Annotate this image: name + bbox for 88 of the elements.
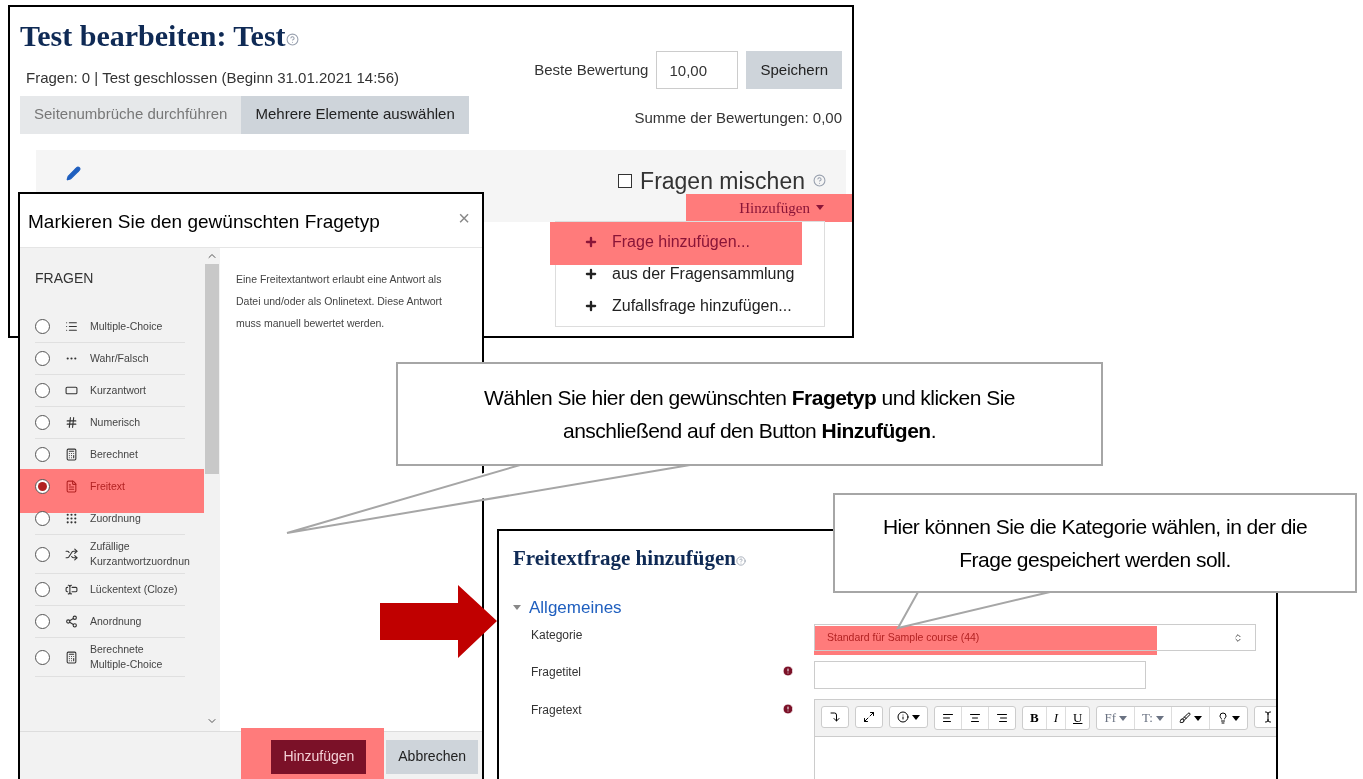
toolbar-icon xyxy=(942,712,954,724)
toolbar-icon xyxy=(1178,712,1191,724)
question-type-icon xyxy=(65,416,78,429)
question-type-icon xyxy=(65,384,78,397)
caret-icon xyxy=(1118,715,1127,721)
radio-button[interactable] xyxy=(35,582,50,597)
menu-item[interactable]: Frage hinzufügen... xyxy=(556,226,750,258)
editor-toolbar-button[interactable] xyxy=(889,706,928,728)
max-grade-input[interactable]: 10,00 xyxy=(656,51,739,89)
question-type-label[interactable]: Wahr/Falsch xyxy=(90,351,185,366)
question-type-label[interactable]: Kurzantwort xyxy=(90,383,185,398)
question-type-icon xyxy=(65,448,78,461)
question-type-icon xyxy=(65,512,78,525)
editor-toolbar-button[interactable]: Ff xyxy=(1097,707,1134,729)
callout-text: Hier können Sie die Kategorie wählen, in der die Frage gespeichert werden soll. xyxy=(881,514,1309,573)
radio-button[interactable] xyxy=(35,511,50,526)
question-type-label[interactable]: Numerisch xyxy=(90,415,185,430)
radio-button[interactable] xyxy=(35,351,50,366)
dialog-button[interactable]: Abbrechen xyxy=(386,739,478,774)
caret-icon xyxy=(816,205,824,211)
question-type-label[interactable]: Berechnete Multiple-Choice xyxy=(90,642,185,672)
editor-toolbar-button[interactable] xyxy=(1253,706,1276,728)
question-type-label[interactable]: Berechnet xyxy=(90,447,185,462)
shuffle-label: Fragen mischen xyxy=(640,166,805,196)
edit-pencil-icon[interactable] xyxy=(66,165,81,181)
menu-item[interactable]: aus der Fragensammlung xyxy=(556,258,795,290)
question-type-icon xyxy=(65,480,78,493)
radio-button[interactable] xyxy=(35,546,50,562)
caret-icon xyxy=(513,604,521,610)
menu-item[interactable]: Zufallsfrage hinzufügen... xyxy=(556,290,792,322)
toolbar-icon xyxy=(863,711,875,723)
question-type-icon xyxy=(65,615,78,628)
question-type-label[interactable]: Anordnung xyxy=(90,614,185,629)
radio-button[interactable] xyxy=(35,415,50,430)
dialog-button[interactable]: Hinzufügen xyxy=(271,739,367,774)
section-toggle[interactable]: Allgemeines xyxy=(513,594,622,620)
editor-toolbar-button[interactable]: U xyxy=(1065,707,1090,729)
field-label: Kategorie xyxy=(531,627,584,644)
toolbar-button[interactable]: Mehrere Elemente auswählen xyxy=(241,95,469,134)
form-title: Freitextfrage hinzufügen xyxy=(513,545,736,572)
arrow-icon xyxy=(380,585,497,658)
editor-toolbar-button[interactable] xyxy=(855,706,883,728)
editor-toolbar-button[interactable]: B xyxy=(1023,707,1046,729)
plus-icon xyxy=(584,267,598,281)
question-type-icon xyxy=(65,547,78,561)
caret-icon xyxy=(1231,715,1240,721)
dialog-title: Markieren Sie den gewünschten Fragetyp xyxy=(28,210,380,234)
question-type-label[interactable]: Lückentext (Cloze) xyxy=(90,582,185,597)
save-button[interactable]: Speichern xyxy=(746,51,842,89)
editor-toolbar-button[interactable]: I xyxy=(1045,707,1065,729)
select-arrows-icon xyxy=(1233,632,1243,643)
plus-icon xyxy=(584,235,598,249)
toolbar-icon xyxy=(1216,712,1229,724)
question-type-label[interactable]: Zuordnung xyxy=(90,511,185,526)
question-type-label[interactable]: Zufällige Kurzantwortzuordnun xyxy=(90,539,190,569)
radio-button[interactable] xyxy=(35,383,50,398)
page-title: Test bearbeiten: Test xyxy=(20,18,286,54)
question-type-icon xyxy=(65,583,78,596)
editor-toolbar-button[interactable]: T: xyxy=(1133,707,1171,729)
field-label: Fragetitel xyxy=(531,664,583,681)
caret-icon xyxy=(1193,715,1202,721)
help-icon[interactable] xyxy=(285,32,299,46)
quiz-status-text: Fragen: 0 | Test geschlossen (Beginn 31.01.2021 14:56) xyxy=(26,68,401,88)
toolbar-icon xyxy=(969,712,981,724)
section-heading: FRAGEN xyxy=(35,269,94,288)
caret-icon xyxy=(912,714,920,720)
radio-button[interactable] xyxy=(35,447,50,462)
close-button[interactable]: × xyxy=(458,208,470,228)
toolbar-icon xyxy=(897,711,909,723)
callout-text: Wählen Sie hier den gewünschten Fragetyp und klicken Sie anschließend auf den Button Hinzufügen. xyxy=(483,385,1016,444)
plus-icon xyxy=(584,299,598,313)
total-grades-text: Summe der Bewertungen: 0,00 xyxy=(634,108,842,128)
type-description: Eine Freitextantwort erlaubt eine Antwort als Datei und/oder als Onlinetext. Diese Antwort muss manuell bewertet werden. xyxy=(235,272,444,331)
field-label: Fragetext xyxy=(531,702,583,719)
question-type-icon xyxy=(65,320,78,333)
max-grade-label: Beste Bewertung xyxy=(534,59,649,80)
radio-button[interactable] xyxy=(35,319,50,334)
caret-icon xyxy=(1155,715,1164,721)
toolbar-icon xyxy=(996,712,1008,724)
question-type-label[interactable]: Multiple-Choice xyxy=(90,319,185,334)
text-editor[interactable]: B I U Ff T: xyxy=(814,699,1276,779)
toolbar-icon xyxy=(829,711,841,723)
radio-button[interactable] xyxy=(35,649,50,665)
radio-button[interactable] xyxy=(35,614,50,629)
shuffle-checkbox[interactable] xyxy=(618,173,633,188)
question-type-icon xyxy=(65,650,78,664)
add-dropdown-toggle[interactable]: Hinzufügen xyxy=(739,196,824,219)
title-input[interactable] xyxy=(814,661,1146,689)
